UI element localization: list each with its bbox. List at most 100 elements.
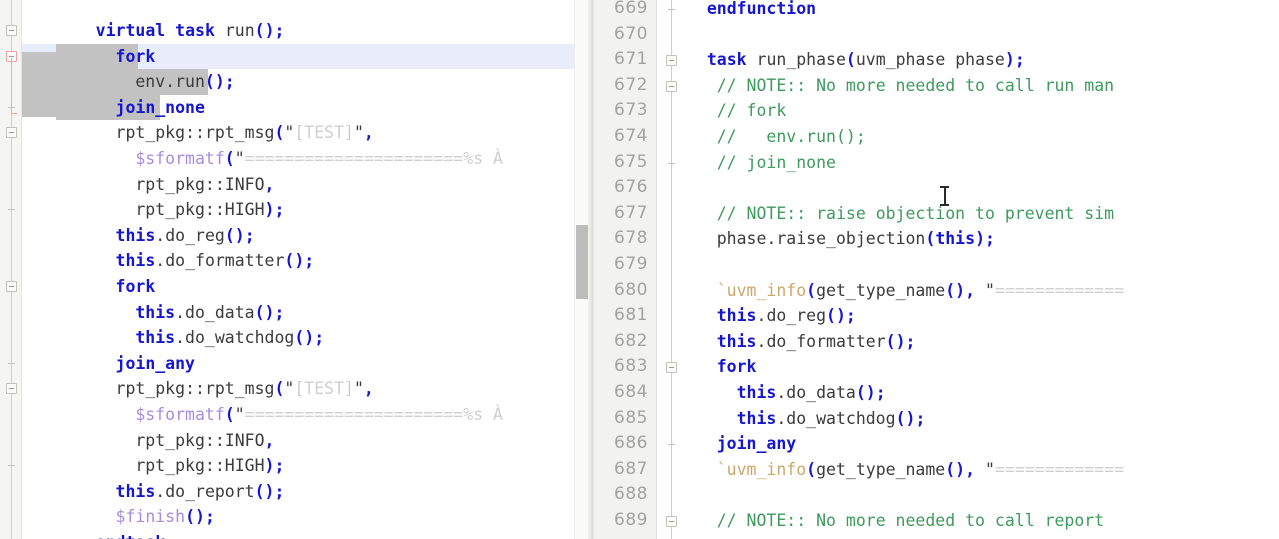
code-token: , xyxy=(264,430,275,450)
right-editor-pane[interactable]: 669 670 671 672 673 674 675 676 677 678 679 680 681 6… xyxy=(595,0,1279,539)
fold-toggle-icon[interactable] xyxy=(6,281,17,292)
fold-end-tick xyxy=(8,465,15,467)
code-token: . xyxy=(175,328,186,348)
code-token: fork xyxy=(115,277,156,296)
code-token: :: xyxy=(204,174,225,194)
line-number: 675 xyxy=(614,151,648,172)
code-token: ; xyxy=(224,72,235,92)
code-token: ( xyxy=(224,149,235,168)
code-token: rpt_msg xyxy=(204,379,275,399)
left-editor-pane[interactable]: virtual task run(); fork env.run(); join_no… xyxy=(0,0,588,539)
code-token: rpt_pkg xyxy=(135,430,205,450)
code-line: this.do_formatter(); xyxy=(116,248,315,274)
code-token: ; xyxy=(905,331,916,351)
code-line: phase.raise_objection(this); xyxy=(717,226,995,252)
code-token: ) xyxy=(264,481,275,501)
code-token: ) xyxy=(975,229,985,249)
left-scrollbar-track[interactable] xyxy=(574,0,588,539)
code-token: ; xyxy=(304,251,315,271)
code-token: task xyxy=(175,21,215,40)
code-token: . xyxy=(766,229,777,249)
code-token: ) xyxy=(264,302,275,322)
code-token: À xyxy=(493,149,503,168)
code-line: virtual task run(); xyxy=(96,18,285,44)
right-code-area[interactable]: endfunction task run_phase(uvm_phase phas… xyxy=(657,0,1279,539)
code-token: :: xyxy=(185,123,205,143)
code-token: rpt_pkg xyxy=(135,456,205,476)
code-token: this xyxy=(115,251,156,271)
code-line: task run_phase(uvm_phase phase); xyxy=(707,47,1025,73)
code-token: . xyxy=(756,306,767,326)
code-token: " xyxy=(353,379,364,399)
code-token: À xyxy=(493,405,503,424)
code-token: . xyxy=(776,408,787,428)
code-token: " xyxy=(284,123,295,143)
code-line: // NOTE:: No more needed to call run man xyxy=(717,73,1114,99)
left-scrollbar-thumb[interactable] xyxy=(576,225,588,299)
code-token: " xyxy=(284,379,295,399)
code-token: ====================== xyxy=(244,149,464,168)
code-token: , xyxy=(264,174,275,194)
code-token: ( xyxy=(885,331,896,351)
left-fold-gutter[interactable] xyxy=(0,0,22,539)
code-token: ) xyxy=(264,21,275,40)
code-token: ) xyxy=(264,456,275,476)
code-line: endfunction xyxy=(707,0,816,22)
line-number: 674 xyxy=(614,126,648,146)
code-token: ( xyxy=(855,383,866,402)
right-line-number-gutter[interactable]: 669 670 671 672 673 674 675 676 677 678 679 680 681 6… xyxy=(595,0,657,539)
code-token: endfunction xyxy=(706,0,817,18)
code-token: :: xyxy=(185,379,205,399)
code-token: :: xyxy=(204,430,225,450)
code-token: ) xyxy=(214,72,225,92)
line-number: 689 xyxy=(614,510,648,530)
code-token: fork xyxy=(716,357,757,377)
code-token: get_type_name xyxy=(816,459,946,479)
fold-end-tick xyxy=(8,209,15,211)
line-number: 673 xyxy=(614,100,648,121)
code-token: get_type_name xyxy=(816,280,946,300)
code-token: this xyxy=(716,331,757,351)
code-token: :: xyxy=(204,456,225,476)
code-line: rpt_pkg::INFO, xyxy=(135,172,274,198)
code-token: ( xyxy=(254,481,265,501)
code-line: `uvm_info(get_type_name(), "============… xyxy=(717,457,1124,483)
code-token: ) xyxy=(905,408,916,428)
code-token: ( xyxy=(945,459,956,479)
code-token: $finish xyxy=(115,507,186,527)
code-token: ( xyxy=(254,302,265,322)
code-token: " xyxy=(234,149,245,168)
code-line: `uvm_info(get_type_name(), "============… xyxy=(717,278,1124,304)
code-token: ; xyxy=(915,408,926,428)
code-token: ; xyxy=(1014,50,1025,70)
code-token: run xyxy=(175,72,205,92)
code-token: " xyxy=(984,280,995,300)
code-token: this xyxy=(736,383,777,402)
code-line: fork xyxy=(116,44,156,70)
code-token: env xyxy=(135,72,166,92)
line-number: 678 xyxy=(614,228,648,249)
code-token: uvm_phase phase xyxy=(855,50,1005,70)
left-code-area[interactable]: virtual task run(); fork env.run(); join_no… xyxy=(22,0,588,539)
code-line: env.run(); xyxy=(135,69,234,95)
code-line: this.do_reg(); xyxy=(717,303,856,329)
code-token: ============= xyxy=(994,280,1125,300)
fold-toggle-icon[interactable] xyxy=(6,127,17,139)
code-line: rpt_pkg::INFO, xyxy=(135,428,274,454)
code-token: ( xyxy=(925,229,936,249)
code-line: // join_none xyxy=(717,150,836,176)
code-token: virtual xyxy=(95,21,166,40)
pane-divider[interactable] xyxy=(588,0,595,539)
fold-toggle-icon[interactable] xyxy=(6,25,17,36)
code-token: ) xyxy=(264,200,275,220)
code-token: do_data xyxy=(786,383,856,402)
fold-toggle-icon[interactable] xyxy=(6,383,17,395)
code-token: ) xyxy=(234,225,245,245)
code-token: // NOTE:: raise objection to prevent sim xyxy=(716,203,1115,223)
code-line: this.do_data(); xyxy=(135,300,284,326)
code-token: ( xyxy=(224,405,235,424)
code-token: // fork xyxy=(716,101,787,121)
code-token: . xyxy=(155,225,166,245)
code-token: run xyxy=(224,21,255,40)
